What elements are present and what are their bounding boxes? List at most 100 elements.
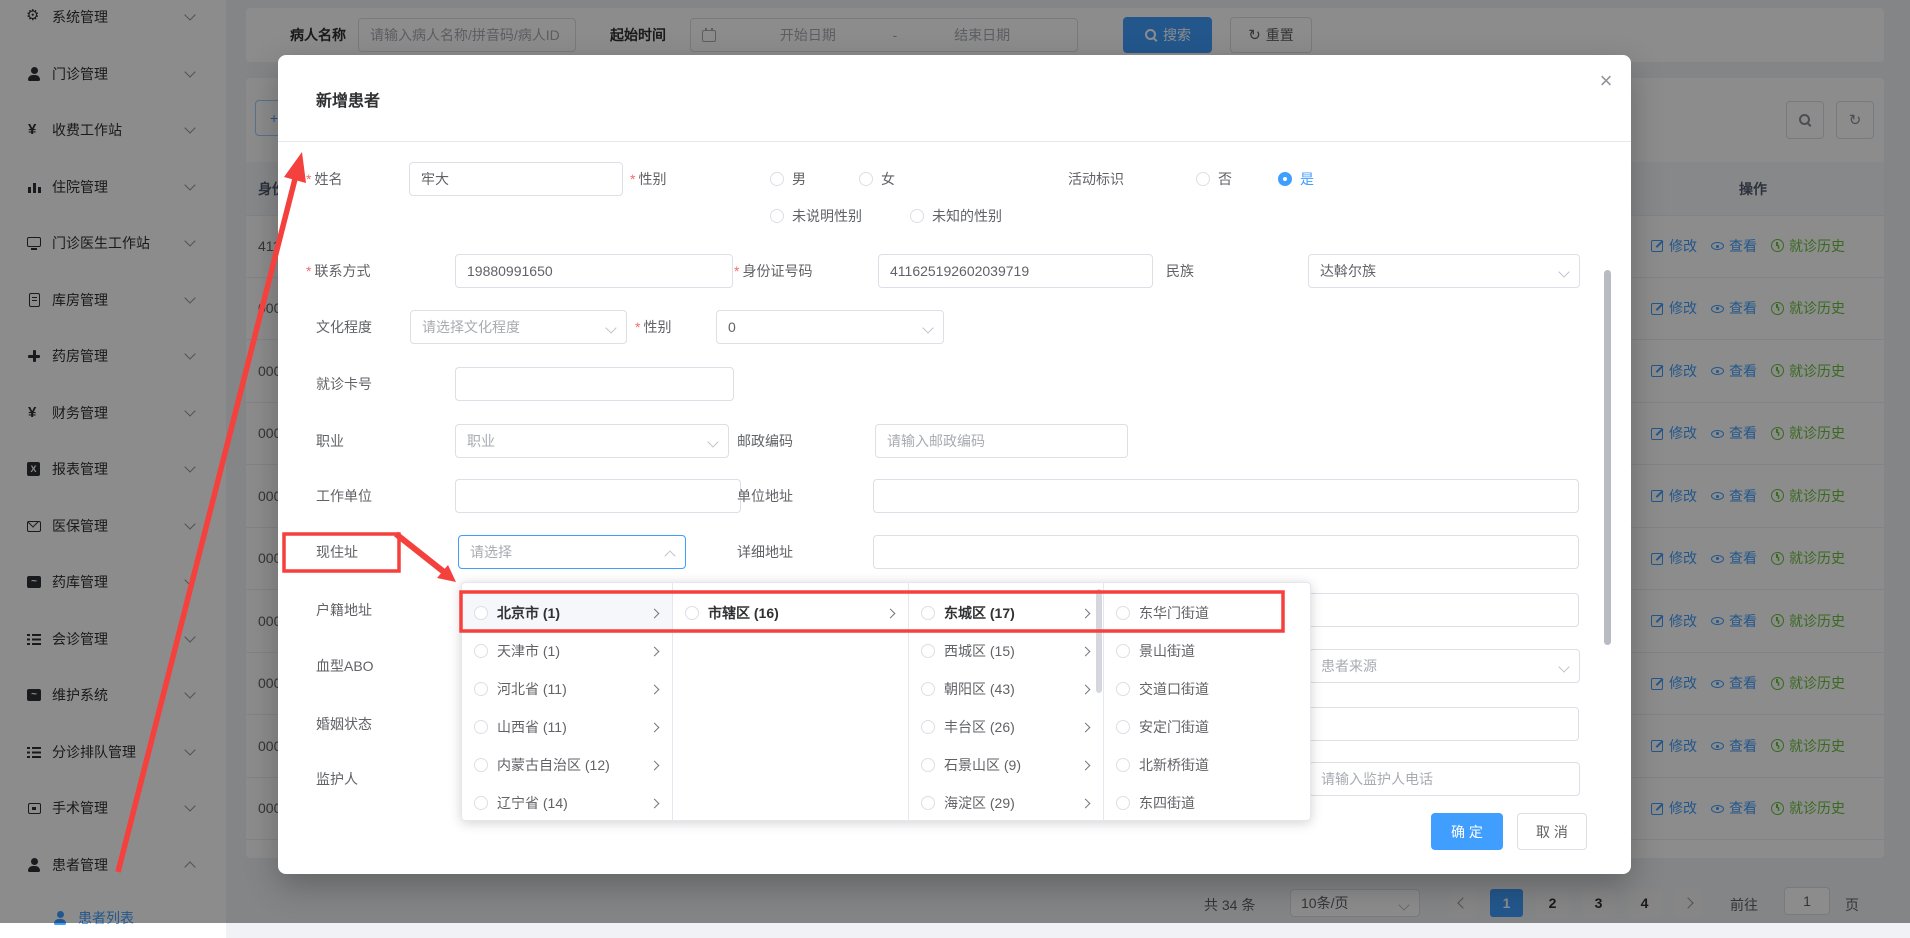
radio-icon[interactable]: [474, 644, 488, 658]
cascader-option[interactable]: 景山街道: [1104, 632, 1311, 670]
cascader-option[interactable]: 内蒙古自治区 (12): [462, 746, 672, 784]
detail-address-input[interactable]: [873, 535, 1579, 569]
radio-icon[interactable]: [474, 682, 488, 696]
cancel-button[interactable]: 取 消: [1517, 813, 1587, 850]
cascader-option[interactable]: 北新桥街道: [1104, 746, 1311, 784]
unit-address-input[interactable]: [873, 479, 1579, 513]
cascader-option[interactable]: 辽宁省 (14): [462, 784, 672, 821]
gender2-select[interactable]: 0: [716, 310, 944, 344]
radio-unknown-gender-label[interactable]: 未知的性别: [932, 199, 1002, 233]
id-card-input[interactable]: [878, 254, 1153, 288]
name-input[interactable]: [409, 162, 623, 196]
cascader-option[interactable]: 丰台区 (26): [909, 708, 1103, 746]
chevron-down-icon: [707, 436, 718, 447]
chevron-right-icon: [650, 684, 660, 694]
postal-input[interactable]: [875, 424, 1128, 458]
divider: [278, 141, 1631, 142]
cascader-option[interactable]: 安定门街道: [1104, 708, 1311, 746]
cascader-city-column: 市辖区 (16): [673, 583, 909, 820]
education-select[interactable]: 请选择文化程度: [410, 310, 627, 344]
radio-icon[interactable]: [1116, 606, 1130, 620]
active-flag-label: 活动标识: [1068, 162, 1124, 196]
radio-icon[interactable]: [921, 796, 935, 810]
chevron-down-icon: [605, 322, 616, 333]
confirm-button[interactable]: 确 定: [1431, 813, 1503, 850]
radio-active-yes-label[interactable]: 是: [1300, 162, 1314, 196]
chevron-right-icon: [650, 760, 660, 770]
patient-source-select[interactable]: 患者来源: [1309, 649, 1580, 683]
radio-male-label[interactable]: 男: [792, 162, 806, 196]
radio-icon[interactable]: [474, 720, 488, 734]
chevron-down-icon: [922, 322, 933, 333]
cascader-option[interactable]: 石景山区 (9): [909, 746, 1103, 784]
cascader-option[interactable]: 朝阳区 (43): [909, 670, 1103, 708]
chevron-right-icon: [650, 798, 660, 808]
current-address-cascader-trigger[interactable]: 请选择: [458, 535, 686, 569]
visit-card-label: 就诊卡号: [316, 367, 372, 401]
cascader-scrollbar[interactable]: [1096, 589, 1102, 693]
cascader-option[interactable]: 市辖区 (16): [673, 594, 908, 632]
radio-icon[interactable]: [474, 758, 488, 772]
radio-icon[interactable]: [921, 644, 935, 658]
phone-input[interactable]: [455, 254, 733, 288]
chevron-right-icon: [650, 608, 660, 618]
radio-icon[interactable]: [1116, 644, 1130, 658]
radio-active-no-label[interactable]: 否: [1218, 162, 1232, 196]
guardian-phone-input[interactable]: [1309, 762, 1580, 796]
radio-icon[interactable]: [921, 606, 935, 620]
radio-icon[interactable]: [1116, 796, 1130, 810]
occupation-select[interactable]: 职业: [455, 424, 729, 458]
cascader-option[interactable]: 天津市 (1): [462, 632, 672, 670]
cascader-option[interactable]: 山西省 (11): [462, 708, 672, 746]
occupation-label: 职业: [316, 424, 344, 458]
education-label: 文化程度: [316, 310, 372, 344]
cascader-province-column: 北京市 (1) 天津市 (1) 河北省 (11) 山西省 (11): [462, 583, 673, 820]
cascader-street-column: 东华门街道 景山街道 交道口街道 安定门街道 北新桥街道: [1104, 583, 1311, 820]
radio-unexplained-gender-label[interactable]: 未说明性别: [792, 199, 862, 233]
chevron-down-icon: [1558, 266, 1569, 277]
radio-unexplained-gender[interactable]: [770, 209, 784, 223]
phone-label: *联系方式: [306, 254, 370, 288]
radio-icon[interactable]: [921, 720, 935, 734]
id-card-label: *身份证号码: [734, 254, 812, 288]
cascader-option[interactable]: 东华门街道: [1104, 594, 1311, 632]
dialog-title: 新增患者: [316, 87, 380, 111]
chevron-right-icon: [1081, 646, 1091, 656]
chevron-right-icon: [886, 608, 896, 618]
radio-unknown-gender[interactable]: [910, 209, 924, 223]
radio-icon[interactable]: [1116, 682, 1130, 696]
radio-female[interactable]: [859, 172, 873, 186]
household-address-label: 户籍地址: [316, 593, 372, 627]
cascader-option[interactable]: 海淀区 (29): [909, 784, 1103, 821]
radio-male[interactable]: [770, 172, 784, 186]
cascader-option[interactable]: 河北省 (11): [462, 670, 672, 708]
cascader-option[interactable]: 北京市 (1): [462, 594, 672, 632]
cascader-option[interactable]: 西城区 (15): [909, 632, 1103, 670]
cascader-option[interactable]: 东城区 (17): [909, 594, 1103, 632]
radio-icon[interactable]: [474, 606, 488, 620]
close-icon[interactable]: ×: [1590, 65, 1622, 97]
chevron-down-icon: [1558, 661, 1569, 672]
unit-address-label: 单位地址: [737, 479, 793, 513]
visit-card-input[interactable]: [455, 367, 734, 401]
chevron-right-icon: [1081, 608, 1091, 618]
work-unit-input[interactable]: [455, 479, 741, 513]
chevron-right-icon: [1081, 760, 1091, 770]
radio-active-yes[interactable]: [1278, 172, 1292, 186]
radio-icon[interactable]: [921, 758, 935, 772]
ethnicity-select[interactable]: 达斡尔族: [1308, 254, 1580, 288]
radio-icon[interactable]: [685, 606, 699, 620]
cascader-option[interactable]: 东四街道: [1104, 784, 1311, 821]
radio-icon[interactable]: [1116, 758, 1130, 772]
modal-scrollbar[interactable]: [1604, 270, 1611, 645]
radio-female-label[interactable]: 女: [881, 162, 895, 196]
name-label: *姓名: [306, 162, 342, 196]
work-unit-label: 工作单位: [316, 479, 372, 513]
radio-active-no[interactable]: [1196, 172, 1210, 186]
cascader-option[interactable]: 交道口街道: [1104, 670, 1311, 708]
chevron-right-icon: [650, 646, 660, 656]
radio-icon[interactable]: [1116, 720, 1130, 734]
radio-icon[interactable]: [921, 682, 935, 696]
radio-icon[interactable]: [474, 796, 488, 810]
chevron-right-icon: [1081, 798, 1091, 808]
